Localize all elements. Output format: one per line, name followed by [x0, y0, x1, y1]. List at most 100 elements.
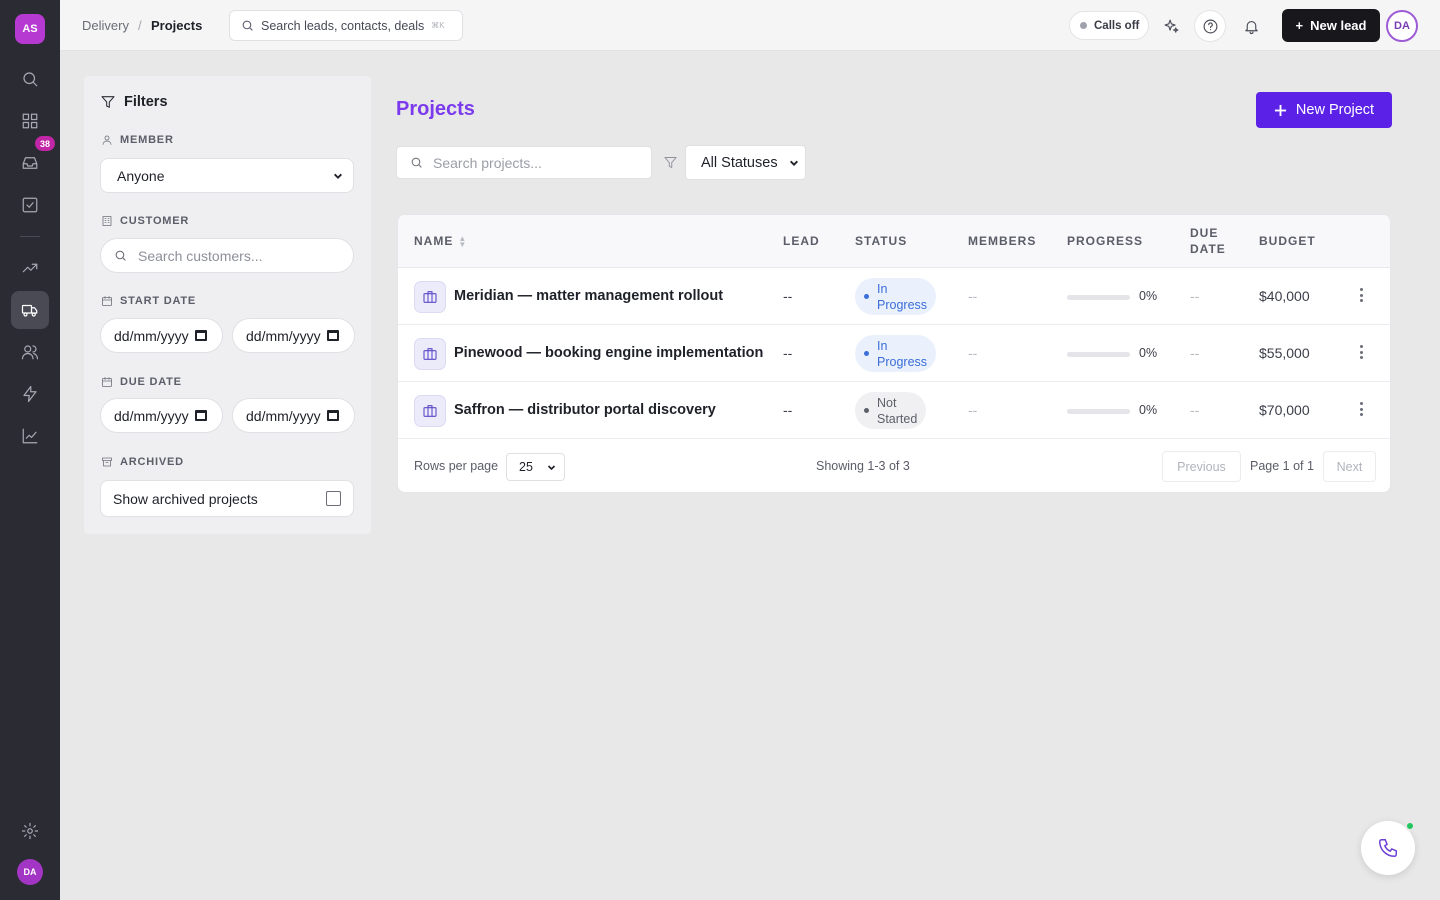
tasks-nav-button[interactable] — [11, 186, 49, 224]
project-name-link[interactable]: Meridian — matter management rollout — [454, 288, 723, 304]
rows-per-page-label: Rows per page — [414, 459, 499, 473]
search-nav-button[interactable] — [11, 60, 49, 98]
archived-filter-label: ARCHIVED — [101, 456, 184, 468]
previous-page-button[interactable]: Previous — [1162, 451, 1241, 482]
project-search-input[interactable]: Search projects... — [396, 146, 652, 179]
column-due-label-1: DUE — [1190, 226, 1219, 240]
plus-icon — [1274, 104, 1286, 116]
row-actions-menu-button[interactable] — [1359, 402, 1363, 416]
status-text-line2: Progress — [877, 354, 928, 369]
page-title: Projects — [396, 98, 475, 120]
chevron-down-icon — [547, 464, 556, 470]
start-date-from-input[interactable]: dd/mm/yyyy — [100, 318, 223, 353]
show-archived-label: Show archived projects — [113, 490, 258, 507]
pipeline-nav-button[interactable] — [11, 249, 49, 287]
reports-nav-button[interactable] — [11, 417, 49, 455]
due-date-cell: -- — [1190, 288, 1200, 304]
show-archived-checkbox[interactable] — [326, 491, 341, 506]
status-filter-icon — [663, 155, 678, 170]
account-avatar[interactable]: DA — [1386, 10, 1418, 42]
project-name-link[interactable]: Saffron — distributor portal discovery — [454, 402, 716, 418]
workspace-logo[interactable]: AS — [15, 14, 45, 44]
user-avatar[interactable]: DA — [17, 859, 43, 885]
calendar-icon — [327, 330, 339, 341]
status-text: Not Started — [877, 395, 917, 427]
briefcase-icon — [423, 291, 437, 303]
due-date-from-input[interactable]: dd/mm/yyyy — [100, 398, 223, 433]
chart-icon — [22, 428, 38, 444]
top-bar: Delivery / Projects Search leads, contac… — [60, 0, 1440, 51]
column-header-progress: PROGRESS — [1067, 234, 1144, 248]
status-text-line1: In — [877, 281, 888, 296]
dashboard-nav-button[interactable] — [11, 102, 49, 140]
inbox-icon — [22, 157, 38, 169]
calls-status-label: Calls off — [1094, 19, 1140, 32]
start-date-to-input[interactable]: dd/mm/yyyy — [232, 318, 355, 353]
project-search-placeholder: Search projects... — [433, 154, 542, 171]
rows-per-page-select[interactable]: 25 — [506, 453, 565, 481]
rows-per-page-value: 25 — [519, 460, 533, 474]
breadcrumb-delivery[interactable]: Delivery — [82, 18, 129, 33]
budget-cell: $40,000 — [1259, 288, 1310, 304]
project-icon — [414, 395, 446, 427]
help-button[interactable] — [1194, 10, 1226, 42]
project-name-link[interactable]: Pinewood — booking engine implementation — [454, 345, 763, 361]
table-row[interactable]: Meridian — matter management rollout -- … — [398, 268, 1390, 325]
progress-value: 0% — [1139, 403, 1158, 417]
due-date-cell: -- — [1190, 402, 1200, 418]
budget-cell: $70,000 — [1259, 402, 1310, 418]
customer-filter-label: CUSTOMER — [101, 215, 189, 227]
column-header-name[interactable]: NAME ▲ ▼ — [414, 233, 467, 249]
due-date-to-input[interactable]: dd/mm/yyyy — [232, 398, 355, 433]
filter-icon — [664, 157, 677, 168]
lead-cell: -- — [783, 402, 793, 418]
online-status-dot — [1405, 821, 1415, 831]
row-actions-menu-button[interactable] — [1359, 345, 1363, 359]
global-search-input[interactable]: Search leads, contacts, deals ⌘K — [229, 10, 463, 41]
table-row[interactable]: Saffron — distributor portal discovery -… — [398, 382, 1390, 439]
inbox-nav-button[interactable]: 38 — [11, 136, 55, 182]
new-lead-button[interactable]: + New lead — [1282, 9, 1380, 42]
delivery-nav-button[interactable] — [11, 291, 49, 329]
search-icon — [115, 250, 126, 261]
next-page-button[interactable]: Next — [1323, 451, 1376, 482]
contacts-icon — [21, 345, 39, 360]
notifications-button[interactable] — [1235, 10, 1267, 42]
status-badge: In Progress — [855, 278, 937, 315]
search-icon — [23, 72, 38, 87]
start-date-filter-label: START DATE — [101, 295, 196, 307]
contacts-nav-button[interactable] — [11, 333, 49, 371]
customer-search-input[interactable]: Search customers... — [100, 238, 354, 273]
automation-nav-button[interactable] — [11, 375, 49, 413]
settings-nav-button[interactable] — [11, 812, 49, 850]
row-actions-menu-button[interactable] — [1359, 288, 1363, 302]
table-row[interactable]: Pinewood — booking engine implementation… — [398, 325, 1390, 382]
showing-count: Showing 1-3 of 3 — [816, 459, 910, 473]
calendar-icon — [195, 410, 207, 421]
status-text: In Progress — [877, 338, 927, 370]
new-project-button[interactable]: New Project — [1256, 92, 1392, 128]
member-select[interactable]: Anyone — [100, 158, 354, 193]
status-filter-select[interactable]: All Statuses — [685, 145, 806, 180]
sparkle-icon — [1164, 19, 1178, 33]
project-icon — [414, 338, 446, 370]
column-header-lead: LEAD — [783, 234, 820, 248]
phone-icon — [1379, 839, 1397, 857]
project-icon — [414, 281, 446, 313]
members-cell: -- — [968, 402, 978, 418]
filter-icon — [101, 96, 115, 108]
calls-status-toggle[interactable]: Calls off — [1069, 11, 1149, 40]
search-icon — [242, 20, 253, 31]
status-dot — [864, 351, 869, 356]
ai-sparkle-button[interactable] — [1155, 10, 1187, 42]
lead-cell: -- — [783, 345, 793, 361]
filters-title: Filters — [124, 94, 168, 110]
column-name-label: NAME — [414, 234, 454, 248]
show-archived-toggle[interactable]: Show archived projects — [100, 480, 354, 517]
customer-label-text: CUSTOMER — [120, 215, 190, 227]
status-dot — [864, 294, 869, 299]
column-header-members: MEMBERS — [968, 234, 1037, 248]
member-select-value: Anyone — [117, 167, 165, 184]
breadcrumb-separator: / — [138, 18, 142, 33]
progress-bar — [1067, 409, 1130, 414]
